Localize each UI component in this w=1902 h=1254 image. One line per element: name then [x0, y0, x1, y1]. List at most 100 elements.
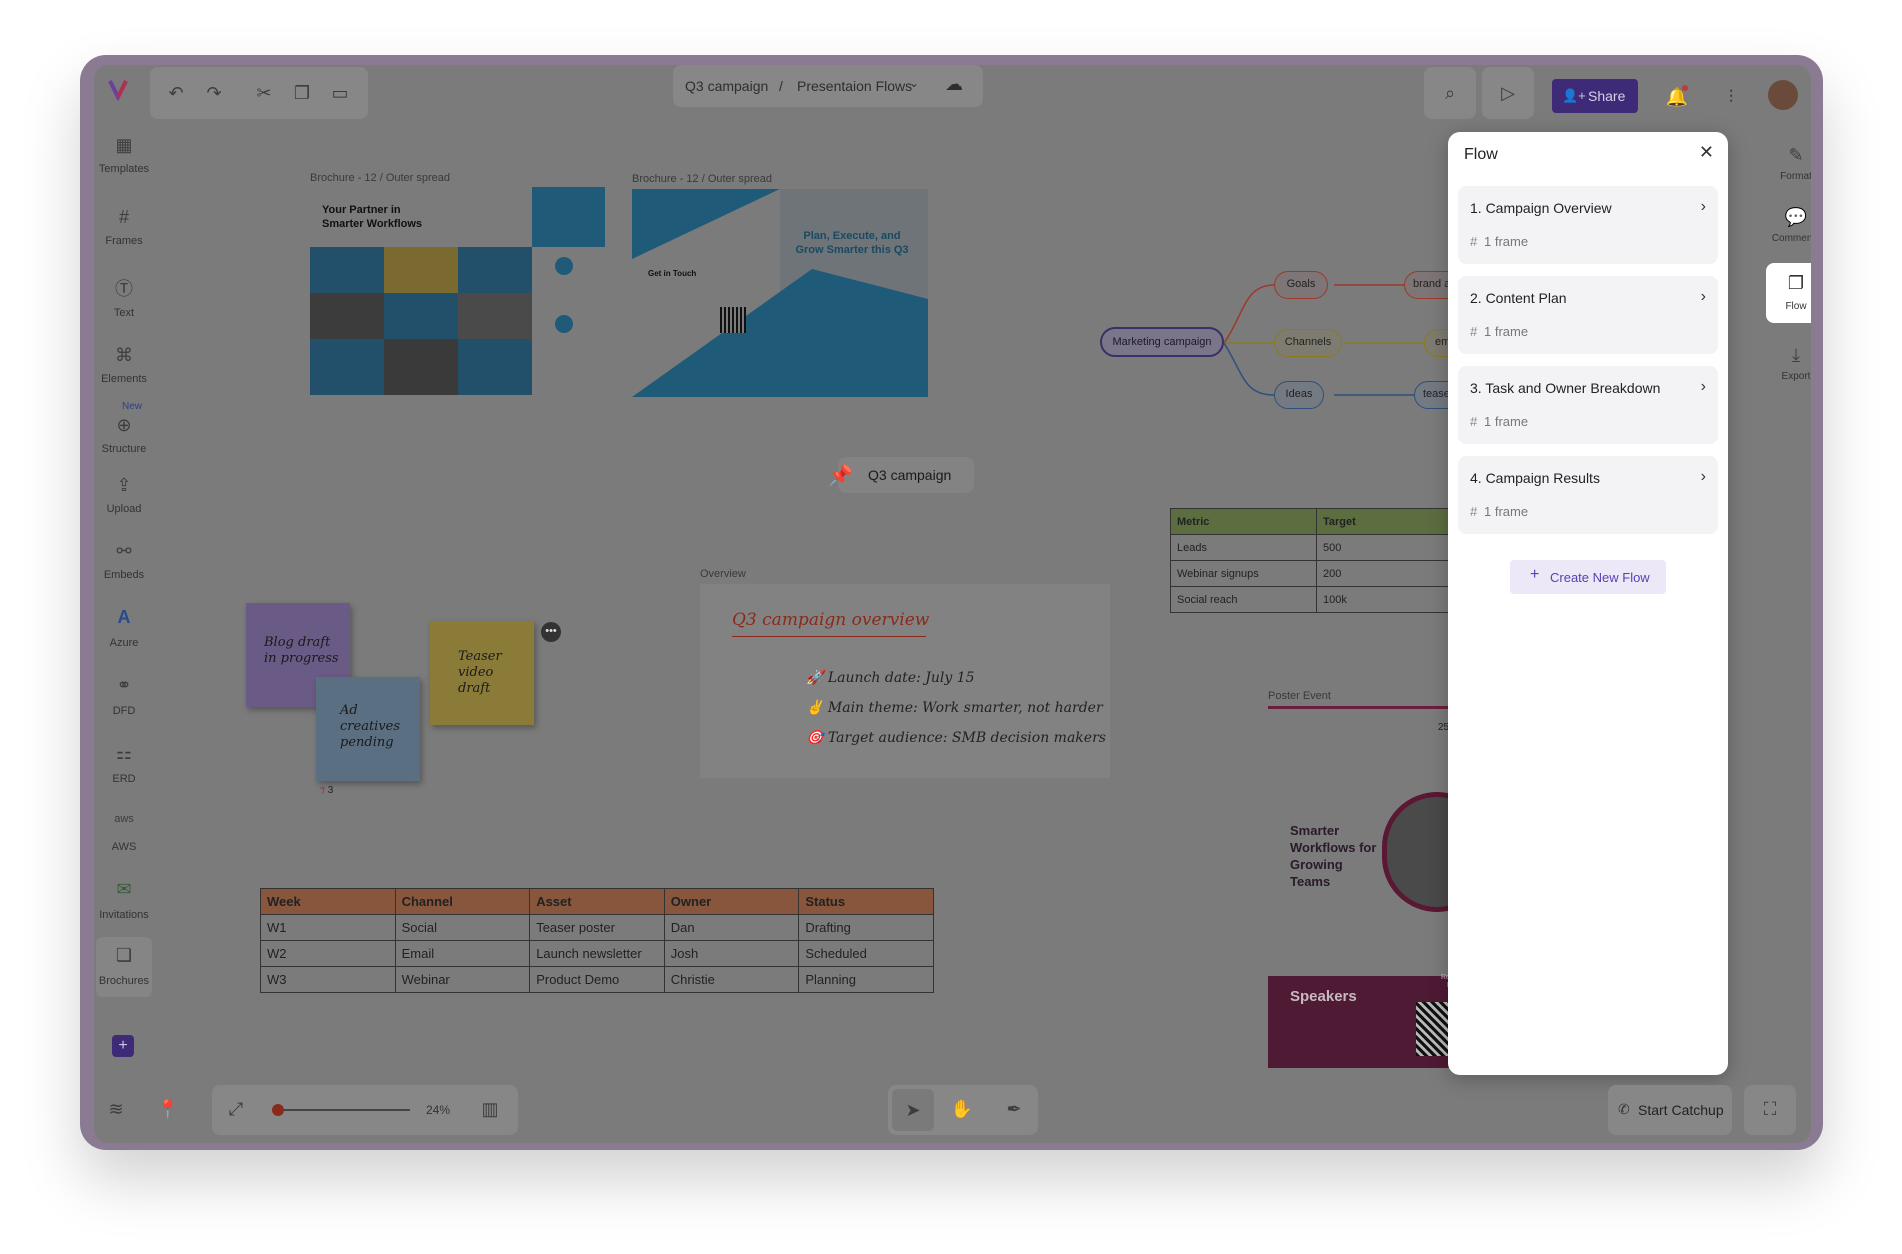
sticky-text: Ad creatives pending: [340, 703, 401, 750]
mindmap-root[interactable]: Marketing campaign: [1100, 327, 1224, 357]
share-button[interactable]: 👤+ Share: [1552, 79, 1638, 113]
tool-elements[interactable]: ⌘ Elements: [96, 337, 152, 397]
undo-icon[interactable]: ↶: [164, 81, 188, 105]
start-catchup-button[interactable]: ✆ Start Catchup: [1608, 1085, 1732, 1135]
mindmap-node[interactable]: Ideas: [1274, 381, 1324, 409]
hand-icon[interactable]: ✋: [950, 1097, 974, 1121]
brochure-1-frame[interactable]: Your Partner in Smarter Workflows: [310, 187, 605, 395]
cut-icon[interactable]: ✂: [252, 81, 276, 105]
metrics-cell: Leads: [1170, 534, 1317, 561]
azure-icon: A: [117, 607, 131, 627]
qr-code: [720, 307, 746, 333]
pushpin-icon: 📌: [828, 465, 853, 487]
tool-invitations[interactable]: ✉ Invitations: [96, 871, 152, 931]
present-button[interactable]: ▷: [1482, 67, 1534, 119]
mindmap-node[interactable]: Goals: [1274, 271, 1328, 299]
frame-icon: #: [1470, 414, 1478, 429]
reaction-icon: ⁊: [320, 785, 328, 796]
pin-icon[interactable]: 📍: [156, 1097, 180, 1121]
add-tool-button[interactable]: +: [112, 1035, 134, 1057]
metrics-cell: 500: [1316, 534, 1463, 561]
breadcrumb: Q3 campaign / Presentaion Flows ⌄ ☁: [673, 65, 983, 107]
frames-icon: #: [118, 207, 129, 227]
schedule-header: Status: [798, 888, 934, 915]
overview-frame[interactable]: Q3 campaign overview 🚀 Launch date: July…: [700, 584, 1110, 778]
paste-icon[interactable]: ▭: [328, 81, 352, 105]
redo-icon[interactable]: ↷: [202, 81, 226, 105]
zoom-slider-track[interactable]: [276, 1109, 410, 1111]
share-label: Share: [1588, 88, 1626, 104]
poster-speakers-heading: Speakers: [1290, 988, 1357, 1005]
tool-azure[interactable]: A Azure: [96, 599, 152, 659]
tool-flow[interactable]: ❐ Flow: [1766, 263, 1811, 323]
upload-icon: ⇪: [116, 475, 132, 495]
chevron-right-icon: ›: [1700, 378, 1706, 395]
sticky-note[interactable]: Teaser video draft: [430, 621, 534, 725]
screen-capture-button[interactable]: ⛶: [1744, 1085, 1796, 1135]
tool-comments[interactable]: 💬 Comments: [1766, 199, 1811, 259]
close-icon[interactable]: ✕: [1699, 142, 1714, 163]
tool-text[interactable]: Ⓣ Text: [96, 271, 152, 331]
sticky-note[interactable]: Ad creatives pending: [316, 677, 420, 781]
tool-upload[interactable]: ⇪ Upload: [96, 467, 152, 527]
mindmap-node[interactable]: Channels: [1274, 329, 1342, 357]
tool-structure[interactable]: New ⊕ Structure: [96, 401, 152, 463]
tool-embeds[interactable]: ⚯ Embeds: [96, 533, 152, 593]
logo[interactable]: [94, 65, 142, 113]
flow-item[interactable]: 4. Campaign Results › # 1 frame: [1458, 456, 1718, 534]
flow-item-title: 4. Campaign Results: [1470, 470, 1600, 486]
schedule-header: Asset: [529, 888, 665, 915]
schedule-cell: Social: [394, 914, 531, 941]
tool-aws[interactable]: aws AWS: [96, 803, 152, 863]
layers-icon[interactable]: ≋: [104, 1097, 128, 1121]
schedule-cell: Launch newsletter: [529, 940, 665, 967]
whiteboard-canvas[interactable]: ↶ ↷ ✂ ❐ ▭ Q3 campaign / Presentaion Flow…: [94, 65, 1811, 1143]
schedule-cell: Scheduled: [798, 940, 934, 967]
tool-format[interactable]: ✎ Format: [1766, 137, 1811, 197]
brochure-2-headline: Plan, Execute, and Grow Smarter this Q3: [795, 230, 909, 256]
tool-frames[interactable]: # Frames: [96, 199, 152, 259]
metrics-cell: Webinar signups: [1170, 560, 1317, 587]
q3-campaign-tag[interactable]: 📌 Q3 campaign: [828, 457, 974, 493]
tool-export[interactable]: ⤓ Export: [1766, 337, 1811, 397]
fit-screen-icon[interactable]: ⤢: [224, 1097, 248, 1121]
tool-brochures[interactable]: ❏ Brochures: [96, 937, 152, 997]
tool-label: Text: [113, 307, 135, 319]
flow-panel-title: Flow: [1464, 146, 1498, 163]
flow-item-title: 2. Content Plan: [1470, 290, 1567, 306]
select-tool[interactable]: ➤: [892, 1089, 934, 1131]
flow-item[interactable]: 1. Campaign Overview › # 1 frame: [1458, 186, 1718, 264]
breadcrumb-project[interactable]: Q3 campaign: [685, 78, 768, 94]
pen-icon[interactable]: ✒: [1002, 1097, 1026, 1121]
structure-icon: ⊕: [116, 415, 132, 435]
avatar[interactable]: [1768, 80, 1798, 110]
tool-templates[interactable]: ▦ Templates: [96, 127, 152, 187]
poster-frame-label: Poster Event: [1268, 690, 1331, 702]
sticky-text: Blog draft in progress: [264, 635, 339, 666]
elements-icon: ⌘: [115, 345, 133, 365]
tool-erd[interactable]: ⚏ ERD: [96, 735, 152, 795]
copy-icon[interactable]: ❐: [290, 81, 314, 105]
search-icon: ⌕: [1444, 83, 1456, 103]
minimap-icon[interactable]: ▥: [478, 1097, 502, 1121]
zoom-slider-handle[interactable]: [272, 1104, 284, 1116]
schedule-cell: W1: [260, 914, 396, 941]
create-new-flow-button[interactable]: + Create New Flow: [1510, 560, 1666, 594]
schedule-header: Week: [260, 888, 396, 915]
flow-item[interactable]: 3. Task and Owner Breakdown › # 1 frame: [1458, 366, 1718, 444]
schedule-table[interactable]: Week Channel Asset Owner Status W1 Socia…: [260, 888, 934, 993]
search-button[interactable]: ⌕: [1424, 67, 1476, 119]
schedule-cell: W2: [260, 940, 396, 967]
overview-title: Q3 campaign overview: [732, 610, 930, 630]
breadcrumb-page[interactable]: Presentaion Flows: [797, 78, 912, 94]
chevron-down-icon[interactable]: ⌄: [909, 76, 919, 90]
comment-bubble-icon[interactable]: •••: [541, 622, 561, 642]
brochure-2-frame[interactable]: Plan, Execute, and Grow Smarter this Q3 …: [632, 189, 928, 397]
frame-icon: #: [1470, 234, 1478, 249]
tool-dfd[interactable]: ⚭ DFD: [96, 667, 152, 727]
settings-sliders-icon[interactable]: ⫶: [1719, 85, 1743, 109]
overview-line: 🚀 Launch date: July 15: [806, 670, 975, 686]
overview-line: 🎯 Target audience: SMB decision makers: [806, 730, 1106, 746]
flow-item[interactable]: 2. Content Plan › # 1 frame: [1458, 276, 1718, 354]
frame-icon: #: [1470, 504, 1478, 519]
